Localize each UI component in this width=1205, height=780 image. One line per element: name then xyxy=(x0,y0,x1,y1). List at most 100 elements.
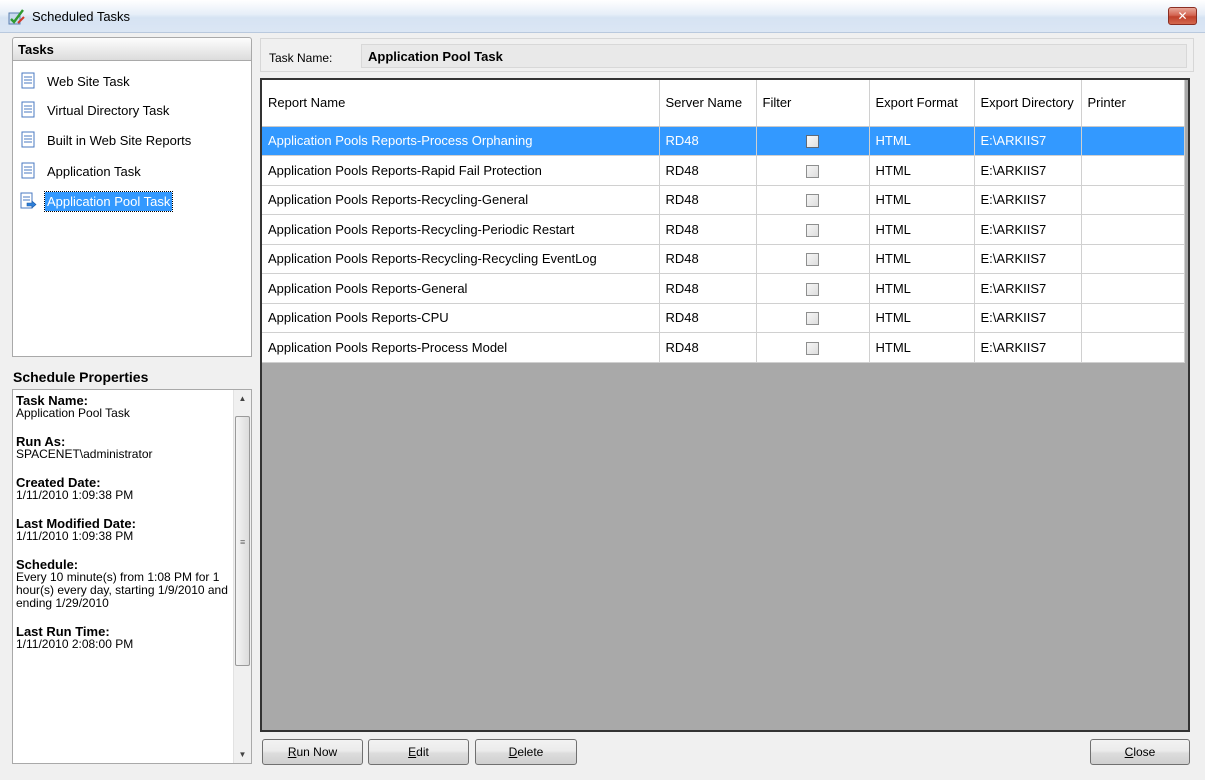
filter-checkbox[interactable] xyxy=(806,223,819,237)
task-name-label: Task Name: xyxy=(269,51,333,65)
filter-checkbox[interactable] xyxy=(806,282,819,296)
export-format-cell: HTML xyxy=(869,332,975,363)
filter-checkbox[interactable] xyxy=(806,312,819,326)
property-value: 1/11/2010 2:08:00 PM xyxy=(16,637,134,651)
table-row[interactable]: Application Pools Reports-Recycling-Recy… xyxy=(262,244,1185,274)
table-row[interactable]: Application Pools Reports-General RD48 H… xyxy=(262,273,1185,304)
export-directory-cell: E:\ARKIIS7 xyxy=(974,214,1082,245)
task-item-web-site[interactable]: Web Site Task xyxy=(19,70,132,92)
export-format-cell: HTML xyxy=(869,244,975,274)
delete-button[interactable]: Delete xyxy=(475,739,577,765)
filter-checkbox[interactable] xyxy=(806,194,819,208)
task-item-label: Application Task xyxy=(47,163,141,179)
column-header-server-name[interactable]: Server Name xyxy=(659,80,757,127)
column-header-report-name[interactable]: Report Name xyxy=(262,80,660,127)
report-name-cell: Application Pools Reports-CPU xyxy=(262,303,660,333)
printer-cell xyxy=(1081,244,1185,274)
delete-mnemonic: D xyxy=(508,745,518,759)
export-format-cell: HTML xyxy=(869,214,975,245)
filter-cell xyxy=(756,155,870,186)
table-row[interactable]: Application Pools Reports-Recycling-Gene… xyxy=(262,185,1185,215)
schedule-scrollbar[interactable]: ▲ ≡ ▼ xyxy=(233,390,251,763)
window-title: Scheduled Tasks xyxy=(32,9,131,24)
server-name-cell: RD48 xyxy=(659,214,757,245)
filter-cell xyxy=(756,332,870,363)
task-document-icon xyxy=(21,131,35,148)
column-header-export-directory[interactable]: Export Directory xyxy=(974,80,1082,127)
server-name-cell: RD48 xyxy=(659,332,757,363)
report-name-cell: Application Pools Reports-Recycling-Gene… xyxy=(262,185,660,215)
property-value: SPACENET\administrator xyxy=(16,447,153,461)
task-item-label: Virtual Directory Task xyxy=(47,102,170,118)
filter-checkbox[interactable] xyxy=(806,341,819,355)
schedule-properties-title: Schedule Properties xyxy=(13,369,149,385)
column-header-export-format[interactable]: Export Format xyxy=(869,80,975,127)
task-item-application[interactable]: Application Task xyxy=(19,160,143,182)
tasks-panel-header: Tasks xyxy=(12,37,252,61)
report-name-cell: Application Pools Reports-General xyxy=(262,273,660,304)
table-row[interactable]: Application Pools Reports-Process Orphan… xyxy=(262,126,1185,156)
task-item-application-pool[interactable]: Application Pool Task xyxy=(19,190,174,212)
report-name-cell: Application Pools Reports-Rapid Fail Pro… xyxy=(262,155,660,186)
server-name-cell: RD48 xyxy=(659,126,757,156)
task-item-virtual-directory[interactable]: Virtual Directory Task xyxy=(19,99,171,121)
run-now-button[interactable]: Run Now xyxy=(262,739,363,765)
table-header-row: Report Name Server Name Filter Export Fo… xyxy=(262,80,1185,127)
table-row[interactable]: Application Pools Reports-CPU RD48 HTML … xyxy=(262,303,1185,333)
schedule-properties-panel: Task Name: Application Pool Task Run As:… xyxy=(12,389,252,764)
delete-label-rest: elete xyxy=(517,745,544,759)
scheduled-tasks-app-icon xyxy=(8,9,25,25)
printer-cell xyxy=(1081,126,1185,156)
task-name-field: Application Pool Task xyxy=(361,44,1187,68)
export-directory-cell: E:\ARKIIS7 xyxy=(974,185,1082,215)
task-document-icon xyxy=(21,162,35,179)
close-icon: ✕ xyxy=(1177,9,1188,23)
server-name-cell: RD48 xyxy=(659,273,757,304)
task-item-label: Web Site Task xyxy=(47,73,130,89)
close-window-button[interactable]: ✕ xyxy=(1168,7,1197,25)
task-item-label: Built in Web Site Reports xyxy=(47,132,192,148)
table-row[interactable]: Application Pools Reports-Recycling-Peri… xyxy=(262,214,1185,245)
property-value: 1/11/2010 1:09:38 PM xyxy=(16,488,134,502)
export-directory-cell: E:\ARKIIS7 xyxy=(974,244,1082,274)
task-document-icon xyxy=(21,72,35,89)
export-directory-cell: E:\ARKIIS7 xyxy=(974,303,1082,333)
scrollbar-thumb[interactable]: ≡ xyxy=(235,416,250,666)
filter-checkbox[interactable] xyxy=(806,253,819,267)
export-directory-cell: E:\ARKIIS7 xyxy=(974,332,1082,363)
filter-cell xyxy=(756,303,870,333)
schedule-properties-content: Task Name: Application Pool Task Run As:… xyxy=(16,394,228,666)
filter-checkbox[interactable] xyxy=(806,135,819,149)
export-directory-cell: E:\ARKIIS7 xyxy=(974,155,1082,186)
task-document-arrow-icon xyxy=(20,192,37,209)
close-label-rest: lose xyxy=(1133,745,1156,759)
report-name-cell: Application Pools Reports-Process Orphan… xyxy=(262,126,660,156)
scroll-down-arrow-icon[interactable]: ▼ xyxy=(234,746,251,763)
export-format-cell: HTML xyxy=(869,303,975,333)
tasks-header-label: Tasks xyxy=(18,42,54,57)
edit-button[interactable]: Edit xyxy=(368,739,469,765)
scroll-up-arrow-icon[interactable]: ▲ xyxy=(234,390,251,407)
server-name-cell: RD48 xyxy=(659,185,757,215)
printer-cell xyxy=(1081,332,1185,363)
server-name-cell: RD48 xyxy=(659,303,757,333)
export-directory-cell: E:\ARKIIS7 xyxy=(974,126,1082,156)
printer-cell xyxy=(1081,185,1185,215)
table-row[interactable]: Application Pools Reports-Rapid Fail Pro… xyxy=(262,155,1185,186)
title-bar: Scheduled Tasks ✕ xyxy=(0,0,1205,33)
column-header-printer[interactable]: Printer xyxy=(1081,80,1185,127)
server-name-cell: RD48 xyxy=(659,244,757,274)
property-value: Every 10 minute(s) from 1:08 PM for 1 ho… xyxy=(16,570,228,610)
table-row[interactable]: Application Pools Reports-Process Model … xyxy=(262,332,1185,363)
task-item-label: Application Pool Task xyxy=(43,190,174,212)
schedule-properties-header: Schedule Properties xyxy=(12,367,252,389)
filter-checkbox[interactable] xyxy=(806,164,819,178)
printer-cell xyxy=(1081,155,1185,186)
column-header-filter[interactable]: Filter xyxy=(756,80,870,127)
property-value: Application Pool Task xyxy=(16,406,130,420)
close-button[interactable]: Close xyxy=(1090,739,1190,765)
task-item-built-in-reports[interactable]: Built in Web Site Reports xyxy=(19,129,193,151)
report-name-cell: Application Pools Reports-Recycling-Peri… xyxy=(262,214,660,245)
filter-cell xyxy=(756,185,870,215)
export-directory-cell: E:\ARKIIS7 xyxy=(974,273,1082,304)
